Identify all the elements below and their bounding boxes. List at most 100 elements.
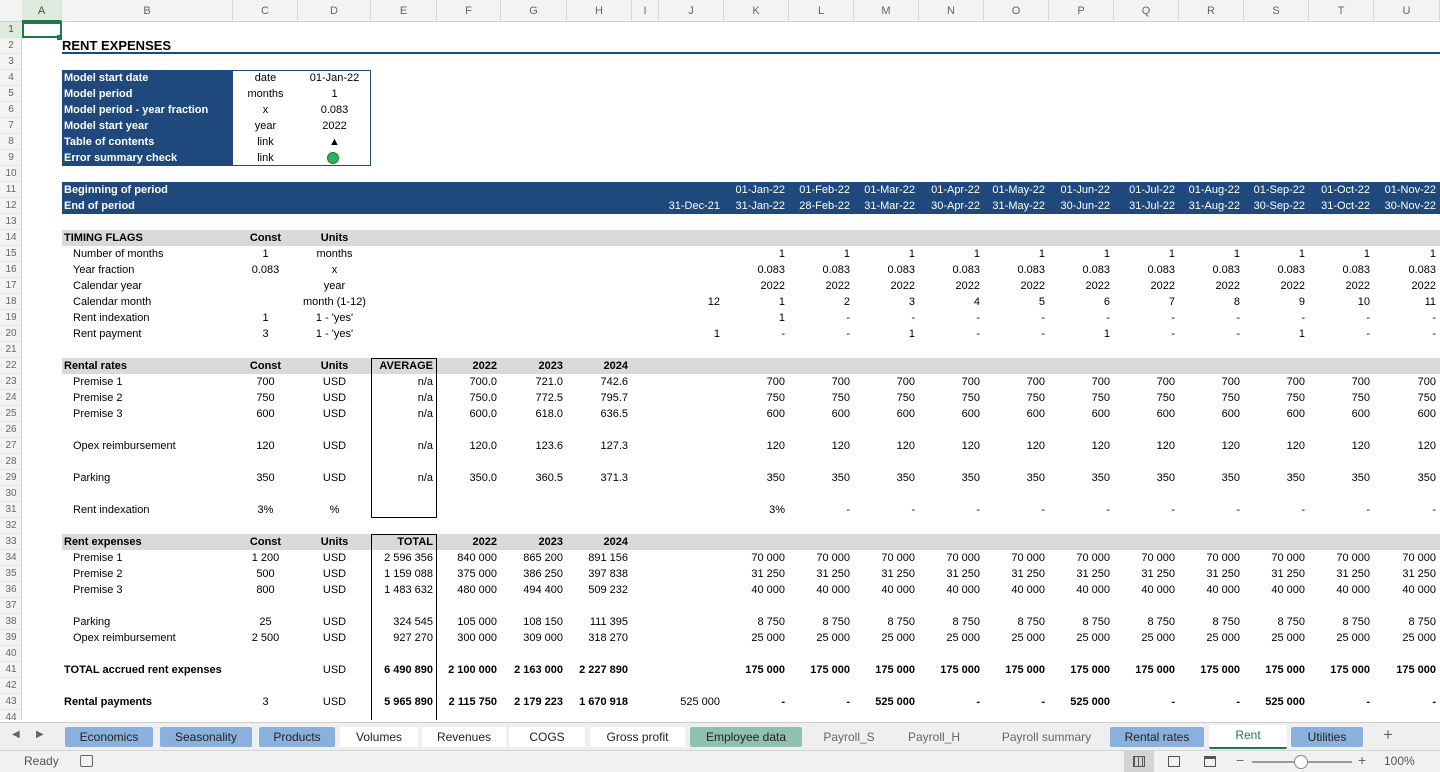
cell-value[interactable]: - [1179, 310, 1244, 326]
cell-value[interactable]: - [1179, 326, 1244, 342]
cell-value[interactable]: 111 395 [567, 614, 632, 630]
cell-value[interactable]: 375 000 [437, 566, 501, 582]
column-header-g[interactable]: G [501, 0, 567, 22]
row-header-16[interactable]: 16 [0, 262, 22, 278]
cell-value[interactable]: 795.7 [567, 390, 632, 406]
row-label[interactable]: Rent payment [73, 326, 233, 342]
cell-value[interactable]: 5 [984, 294, 1049, 310]
row-header-2[interactable]: 2 [0, 38, 22, 54]
cell-value[interactable]: 0.083 [1309, 262, 1374, 278]
cell-value[interactable]: 40 000 [1179, 582, 1244, 598]
cell-value[interactable]: 31 250 [919, 566, 984, 582]
zoom-level[interactable]: 100% [1384, 754, 1415, 768]
row-header-24[interactable]: 24 [0, 390, 22, 406]
cell-value[interactable]: 4 [919, 294, 984, 310]
cell-value[interactable]: 1 159 088 [371, 566, 437, 582]
cell-value[interactable]: 25 000 [919, 630, 984, 646]
cell-value[interactable]: 350 [1179, 470, 1244, 486]
cell-value[interactable]: - [1374, 694, 1440, 710]
cell-value[interactable]: 70 000 [1309, 550, 1374, 566]
cell-value[interactable]: 1 670 918 [567, 694, 632, 710]
row-header-33[interactable]: 33 [0, 534, 22, 550]
cell-value[interactable]: 350.0 [437, 470, 501, 486]
info-unit[interactable]: months [233, 86, 298, 102]
column-header-n[interactable]: N [919, 0, 984, 22]
info-unit[interactable]: year [233, 118, 298, 134]
period-end-date[interactable]: 31-Jan-22 [724, 198, 789, 214]
cell-value[interactable]: 40 000 [1114, 582, 1179, 598]
cell-value[interactable]: 700 [1244, 374, 1309, 390]
cell-value[interactable]: 70 000 [1049, 550, 1114, 566]
cell-value[interactable]: 8 750 [984, 614, 1049, 630]
info-label[interactable]: Error summary check [64, 150, 233, 166]
info-unit[interactable]: x [233, 102, 298, 118]
sheet-tab-volumes[interactable]: Volumes [340, 727, 418, 747]
year-label[interactable]: 2024 [567, 534, 632, 550]
row-header-38[interactable]: 38 [0, 614, 22, 630]
cell-value[interactable]: 700 [1114, 374, 1179, 390]
cell-value[interactable]: 40 000 [919, 582, 984, 598]
cell-value[interactable]: 40 000 [1374, 582, 1440, 598]
period-end-date[interactable]: 30-Apr-22 [919, 198, 984, 214]
cell-value[interactable]: 2 115 750 [437, 694, 501, 710]
sheet-tab-payroll-s[interactable]: Payroll_S [808, 727, 890, 747]
cell-value[interactable]: 1 [724, 310, 789, 326]
cell-value[interactable]: 750 [1244, 390, 1309, 406]
cell-value[interactable]: 0.083 [984, 262, 1049, 278]
cell-value[interactable]: 2 179 223 [501, 694, 567, 710]
const-value[interactable]: 3 [233, 326, 298, 342]
cell-value[interactable]: 31 250 [724, 566, 789, 582]
cell-value[interactable]: 8 750 [1179, 614, 1244, 630]
cell-value[interactable]: 700 [1374, 374, 1440, 390]
cell-value[interactable]: - [724, 326, 789, 342]
row-header-28[interactable]: 28 [0, 454, 22, 470]
cell-value[interactable]: 175 000 [1244, 662, 1309, 678]
column-header-h[interactable]: H [567, 0, 632, 22]
row-label[interactable]: Calendar year [73, 278, 233, 294]
cell-value[interactable]: 70 000 [789, 550, 854, 566]
cell-value[interactable]: 1 [659, 326, 724, 342]
period-begin-date[interactable]: 01-Jan-22 [724, 182, 789, 198]
cell-value[interactable]: 750 [919, 390, 984, 406]
cell-value[interactable]: 2022 [1244, 278, 1309, 294]
units-value[interactable]: USD [298, 566, 371, 582]
cell-value[interactable]: - [1309, 694, 1374, 710]
period-end-date[interactable]: 28-Feb-22 [789, 198, 854, 214]
period-begin-date[interactable]: 01-May-22 [984, 182, 1049, 198]
add-sheet-icon[interactable]: + [1383, 725, 1393, 745]
row-header-42[interactable]: 42 [0, 678, 22, 694]
const-value[interactable]: 800 [233, 582, 298, 598]
row-label[interactable]: Premise 2 [73, 566, 233, 582]
row-header-18[interactable]: 18 [0, 294, 22, 310]
period-end-date[interactable]: 31-Aug-22 [1179, 198, 1244, 214]
sheet-tab-seasonality[interactable]: Seasonality [160, 727, 252, 747]
column-header-b[interactable]: B [62, 0, 233, 22]
info-value[interactable]: 0.083 [298, 102, 371, 118]
row-header-26[interactable]: 26 [0, 422, 22, 438]
year-label[interactable]: 2024 [567, 358, 632, 374]
cell-value[interactable]: - [919, 502, 984, 518]
units-value[interactable]: USD [298, 470, 371, 486]
cell-value[interactable]: 600 [919, 406, 984, 422]
cell-value[interactable]: 1 [1049, 246, 1114, 262]
row-header-13[interactable]: 13 [0, 214, 22, 230]
period-begin-date[interactable]: 01-Feb-22 [789, 182, 854, 198]
cell-value[interactable]: - [1374, 310, 1440, 326]
column-label[interactable]: Units [298, 534, 371, 550]
cell-value[interactable]: 750 [1374, 390, 1440, 406]
row-header-34[interactable]: 34 [0, 550, 22, 566]
row-label[interactable]: Opex reimbursement [73, 630, 233, 646]
units-value[interactable]: USD [298, 662, 371, 678]
column-header-a[interactable]: A [22, 0, 62, 22]
cell-value[interactable]: 105 000 [437, 614, 501, 630]
cell-value[interactable]: 40 000 [1049, 582, 1114, 598]
units-value[interactable]: USD [298, 582, 371, 598]
cell-value[interactable]: 108 150 [501, 614, 567, 630]
cell-value[interactable]: 350 [1114, 470, 1179, 486]
cell-value[interactable]: 175 000 [1114, 662, 1179, 678]
cell-value[interactable]: 40 000 [1309, 582, 1374, 598]
zoom-slider-thumb[interactable] [1294, 755, 1308, 769]
row-header-36[interactable]: 36 [0, 582, 22, 598]
cell-value[interactable]: 2022 [1374, 278, 1440, 294]
normal-view-icon[interactable] [1124, 751, 1154, 772]
